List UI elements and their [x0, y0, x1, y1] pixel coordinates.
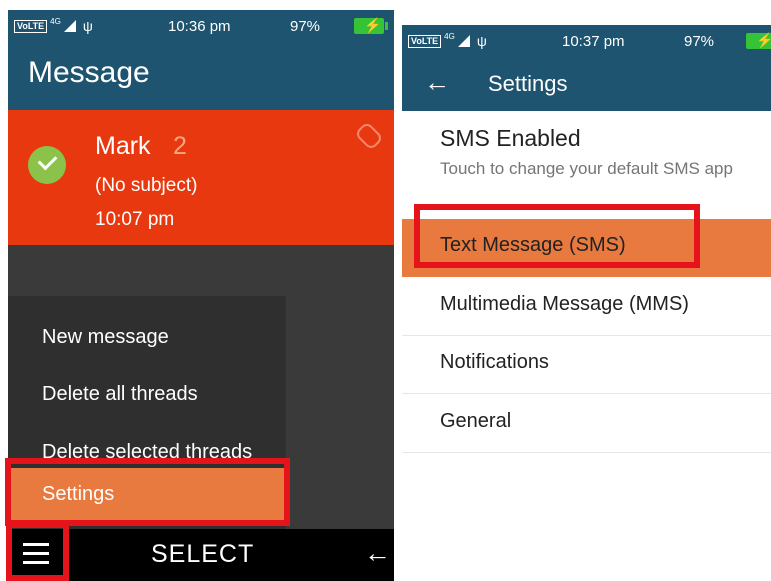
back-arrow-icon[interactable]: ←	[364, 538, 391, 569]
thread-sender: Mark	[95, 132, 151, 160]
signal-group: VoLTE 4G ψ	[14, 16, 93, 34]
settings-item-label: General	[440, 410, 512, 432]
battery-charging-icon: ⚡	[354, 17, 388, 34]
annotation-menu-highlight	[6, 522, 69, 581]
battery-percent: 97%	[684, 33, 715, 50]
status-time: 10:37 pm	[562, 33, 625, 50]
settings-item-label: Multimedia Message (MMS)	[440, 293, 689, 315]
right-phone-screen: VoLTE 4G ψ 10:37 pm 97% ⚡ ← Settings SMS…	[402, 25, 771, 581]
menu-item-delete-all-threads[interactable]: Delete all threads	[42, 383, 198, 406]
thread-subject: (No subject)	[95, 175, 198, 196]
select-softkey[interactable]: SELECT	[151, 540, 254, 569]
back-arrow-icon[interactable]: ←	[424, 67, 450, 98]
battery-percent: 97%	[290, 18, 321, 35]
page-title: Message	[28, 56, 150, 89]
status-bar: VoLTE 4G ψ 10:36 pm 97% ⚡	[8, 10, 394, 44]
signal-group: VoLTE 4G ψ	[408, 31, 487, 49]
signal-icon	[457, 35, 470, 47]
volte-badge: VoLTE	[14, 19, 48, 33]
menu-item-new-message[interactable]: New message	[42, 326, 169, 349]
sms-enabled-subtitle: Touch to change your default SMS app	[440, 159, 733, 178]
usb-icon: ψ	[82, 18, 93, 34]
settings-item-general[interactable]: General	[402, 395, 771, 453]
usb-icon: ψ	[476, 33, 487, 49]
settings-item-label: Notifications	[440, 351, 549, 373]
sms-enabled-title: SMS Enabled	[440, 125, 581, 151]
volte-badge: VoLTE	[408, 34, 442, 48]
signal-icon	[63, 20, 76, 32]
annotation-settings-highlight	[5, 458, 290, 526]
thread-time: 10:07 pm	[95, 209, 175, 230]
network-type: 4G	[50, 16, 61, 26]
app-bar: ← Settings	[402, 59, 771, 111]
status-time: 10:36 pm	[168, 18, 231, 35]
thread-item[interactable]: Mark 2 (No subject) 10:07 pm	[8, 110, 394, 245]
settings-item-multimedia-message[interactable]: Multimedia Message (MMS)	[402, 278, 771, 336]
settings-item-notifications[interactable]: Notifications	[402, 336, 771, 394]
check-circle-icon	[28, 146, 66, 184]
attachment-icon	[354, 121, 384, 151]
thread-count: 2	[173, 132, 187, 160]
page-title: Settings	[488, 71, 568, 96]
status-bar: VoLTE 4G ψ 10:37 pm 97% ⚡	[402, 25, 771, 59]
battery-charging-icon: ⚡	[746, 32, 771, 49]
app-bar: Message	[8, 44, 394, 110]
network-type: 4G	[444, 31, 455, 41]
annotation-sms-highlight	[414, 204, 700, 268]
